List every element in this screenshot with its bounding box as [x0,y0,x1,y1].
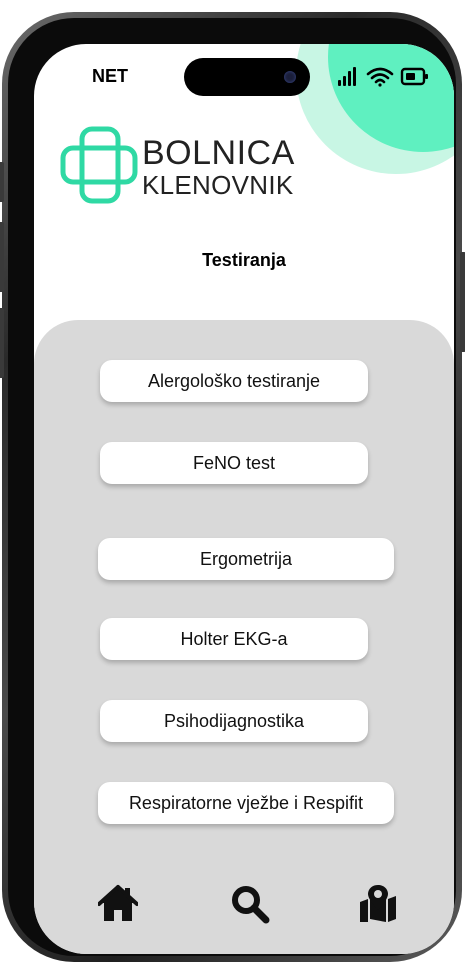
search-icon[interactable] [230,884,270,924]
battery-icon [400,67,428,86]
page-title: Testiranja [202,250,286,270]
brand-name: BOLNICA [142,134,295,172]
dynamic-island [184,58,310,96]
signal-icon [338,67,356,86]
test-button-respiratorne[interactable]: Respiratorne vježbe i Respifit [98,782,394,824]
side-button [0,222,4,292]
test-button-holter[interactable]: Holter EKG-a [100,618,368,660]
camera-icon [284,71,296,83]
test-button-alergolosko[interactable]: Alergološko testiranje [100,360,368,402]
side-button [460,252,465,352]
brand-subtitle: KLENOVNIK [142,170,294,200]
phone-frame: NET BOLNICA KLENOVNIK Testiranja Alergol… [0,12,465,962]
side-button [0,308,4,378]
medical-cross-icon [60,126,138,204]
hospital-logo: BOLNICA KLENOVNIK [60,126,300,206]
side-button [0,162,4,202]
status-icons [336,66,432,88]
test-button-psihodijagnostika[interactable]: Psihodijagnostika [100,700,368,742]
test-button-feno[interactable]: FeNO test [100,442,368,484]
app-screen: NET BOLNICA KLENOVNIK Testiranja Alergol… [34,44,454,954]
map-location-icon[interactable] [358,884,398,924]
test-button-ergometrija[interactable]: Ergometrija [98,538,394,580]
home-icon[interactable] [97,884,139,924]
carrier-label: NET [92,66,128,86]
wifi-icon [366,67,394,87]
phone-bezel: NET BOLNICA KLENOVNIK Testiranja Alergol… [8,18,456,956]
